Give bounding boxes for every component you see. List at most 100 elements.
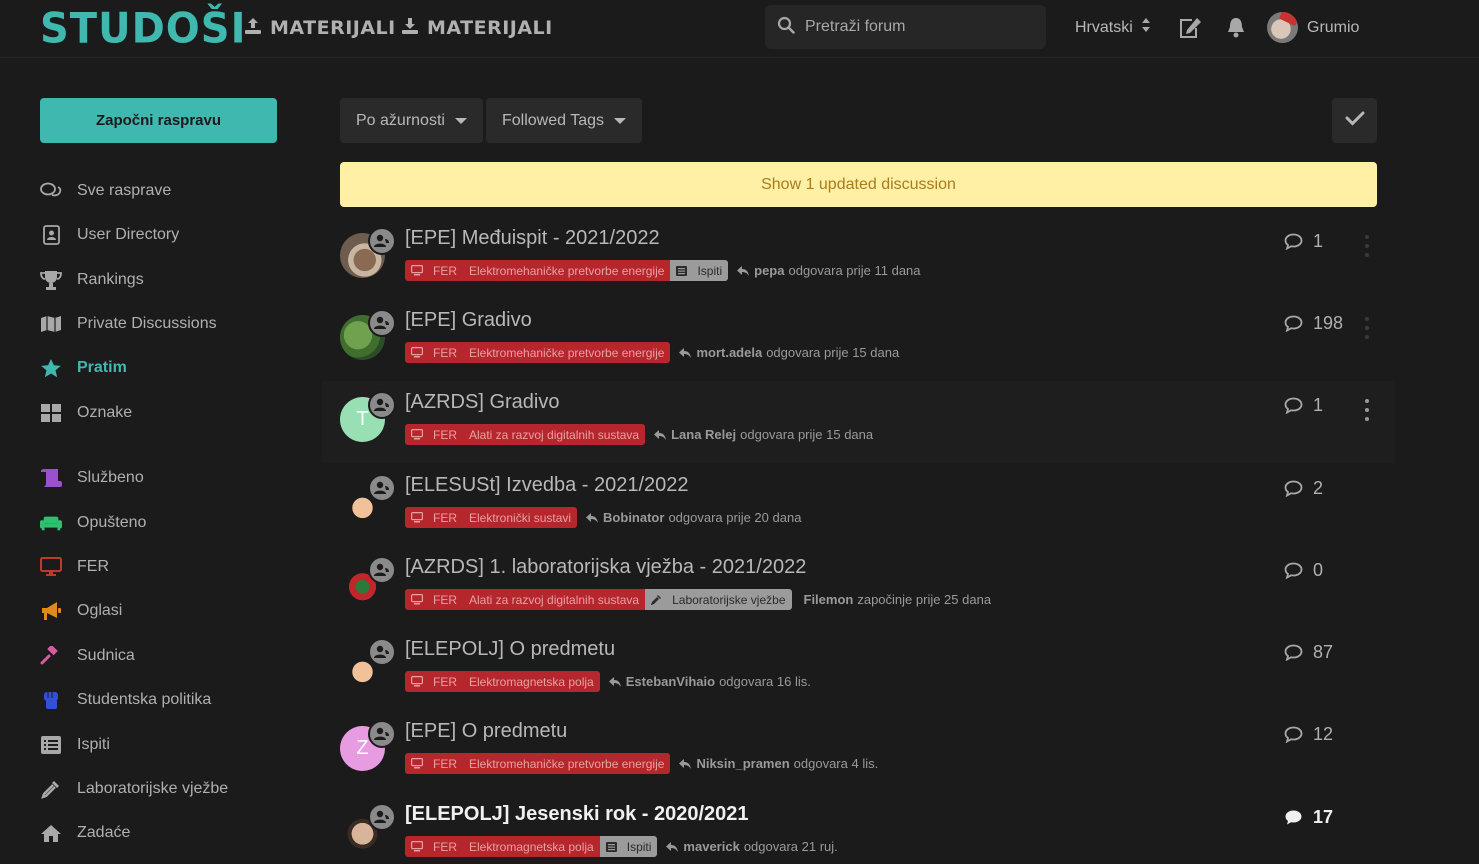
last-activity[interactable]: odgovara prije 20 dana xyxy=(668,510,801,525)
language-selector[interactable]: Hrvatski xyxy=(1075,17,1151,38)
last-activity[interactable]: započinje prije 25 dana xyxy=(857,592,991,607)
discussion-row[interactable]: [ELEPOLJ] Jesenski rok - 2020/2021 FER Ele… xyxy=(322,793,1395,864)
bell-icon[interactable] xyxy=(1224,16,1248,40)
discussion-title[interactable]: [EPE] O predmetu xyxy=(405,720,567,743)
sidebar-item-label: Private Discussions xyxy=(77,315,217,332)
discussion-row[interactable]: [AZRDS] 1. laboratorijska vježba - 2021/… xyxy=(322,546,1395,628)
followed-tags-dropdown[interactable]: Followed Tags xyxy=(486,98,642,143)
discussion-title[interactable]: [AZRDS] Gradivo xyxy=(405,391,559,414)
more-options-icon[interactable] xyxy=(1362,317,1372,339)
last-poster[interactable]: Bobinator xyxy=(603,510,664,525)
last-poster[interactable]: Filemon xyxy=(804,592,854,607)
sidebar-item-homework[interactable]: Zadaće xyxy=(40,821,300,845)
tag-course[interactable]: Alati za razvoj digitalnih sustava xyxy=(463,424,646,445)
reply-count[interactable]: 1 xyxy=(1284,395,1323,416)
last-activity[interactable]: odgovara prije 15 dana xyxy=(766,345,899,360)
sidebar-item-fer[interactable]: FER xyxy=(40,555,300,579)
tag-fer[interactable]: FER xyxy=(405,424,463,445)
discussion-title[interactable]: [ELEPOLJ] Jesenski rok - 2020/2021 xyxy=(405,803,749,826)
tag-course[interactable]: Elektromehaničke pretvorbe energije xyxy=(463,753,671,774)
sidebar-item-lab-exercises[interactable]: Laboratorijske vježbe xyxy=(40,777,300,801)
last-activity[interactable]: odgovara prije 11 dana xyxy=(788,263,920,278)
tag-course[interactable]: Elektromagnetska polja xyxy=(463,671,600,692)
site-logo[interactable]: STUDOŠI xyxy=(40,5,246,53)
tag-fer[interactable]: FER xyxy=(405,589,463,610)
compose-icon[interactable] xyxy=(1178,16,1202,40)
last-activity[interactable]: odgovara prije 15 dana xyxy=(740,427,873,442)
tag-category[interactable]: Ispiti xyxy=(599,836,658,857)
last-poster[interactable]: mort.adela xyxy=(696,345,762,360)
sidebar-item-label: Oznake xyxy=(77,404,133,421)
caret-down-icon xyxy=(613,117,626,124)
discussion-title[interactable]: [AZRDS] 1. laboratorijska vježba - 2021/… xyxy=(405,556,806,579)
tag-fer[interactable]: FER xyxy=(405,342,463,363)
tag-label: Elektromagnetska polja xyxy=(469,674,594,689)
discussion-row[interactable]: [EPE] Međuispit - 2021/2022 FER Elektromeh… xyxy=(322,217,1395,299)
discussion-row[interactable]: [EPE] Gradivo FER Elektromehaničke pretvor… xyxy=(322,299,1395,381)
last-poster[interactable]: Niksin_pramen xyxy=(696,756,789,771)
upload-materials-link[interactable]: MATERIJALI xyxy=(244,14,396,42)
tag-course[interactable]: Alati za razvoj digitalnih sustava xyxy=(463,589,646,610)
start-discussion-button[interactable]: Započni raspravu xyxy=(40,98,277,143)
last-poster[interactable]: maverick xyxy=(683,839,739,854)
reply-count[interactable]: 12 xyxy=(1284,724,1333,745)
sort-dropdown[interactable]: Po ažurnosti xyxy=(340,98,483,143)
tag-fer[interactable]: FER xyxy=(405,507,463,528)
tag-category[interactable]: Ispiti xyxy=(670,260,729,281)
sort-dropdown-label: Po ažurnosti xyxy=(356,111,445,129)
upload-materials-label: MATERIJALI xyxy=(270,17,396,39)
tag-fer[interactable]: FER xyxy=(405,671,463,692)
tag-category[interactable]: Laboratorijske vježbe xyxy=(645,589,792,610)
tag-course[interactable]: Elektronički sustavi xyxy=(463,507,578,528)
download-materials-link[interactable]: MATERIJALI xyxy=(401,14,553,42)
more-options-icon[interactable] xyxy=(1362,399,1372,421)
search-input[interactable] xyxy=(805,18,1025,36)
sidebar-item-user-directory[interactable]: User Directory xyxy=(40,223,300,247)
last-activity[interactable]: odgovara 21 ruj. xyxy=(744,839,838,854)
discussion-title[interactable]: [ELESUSt] Izvedba - 2021/2022 xyxy=(405,474,689,497)
sidebar-item-court[interactable]: Sudnica xyxy=(40,644,300,668)
sidebar-item-private-discussions[interactable]: Private Discussions xyxy=(40,312,300,336)
last-poster[interactable]: Lana Relej xyxy=(671,427,736,442)
sidebar-item-following[interactable]: Pratim xyxy=(40,356,300,380)
reply-count[interactable]: 1 xyxy=(1284,231,1323,252)
sidebar-item-all-discussions[interactable]: Sve rasprave xyxy=(40,179,300,203)
reply-count[interactable]: 2 xyxy=(1284,478,1323,499)
sidebar-item-relaxed[interactable]: Opušteno xyxy=(40,511,300,535)
tag-label: Elektromehaničke pretvorbe energije xyxy=(469,756,665,771)
discussion-title[interactable]: [EPE] Gradivo xyxy=(405,309,532,332)
updated-discussions-banner[interactable]: Show 1 updated discussion xyxy=(340,162,1377,207)
tag-fer[interactable]: FER xyxy=(405,836,463,857)
tag-course[interactable]: Elektromehaničke pretvorbe energije xyxy=(463,342,671,363)
discussion-row[interactable]: [ELEPOLJ] O predmetu FER Elektromagnetska … xyxy=(322,628,1395,710)
sidebar-item-exams[interactable]: Ispiti xyxy=(40,733,300,757)
more-options-icon[interactable] xyxy=(1362,235,1372,257)
reply-count[interactable]: 17 xyxy=(1284,807,1333,828)
sidebar-item-tags[interactable]: Oznake xyxy=(40,401,300,425)
comment-icon xyxy=(1284,233,1303,250)
reply-count[interactable]: 0 xyxy=(1284,560,1323,581)
tag-course[interactable]: Elektromehaničke pretvorbe energije xyxy=(463,260,671,281)
reply-count[interactable]: 198 xyxy=(1284,313,1343,334)
tag-course[interactable]: Elektromagnetska polja xyxy=(463,836,600,857)
tag-fer[interactable]: FER xyxy=(405,260,463,281)
last-activity[interactable]: odgovara 4 lis. xyxy=(794,756,879,771)
tag-fer[interactable]: FER xyxy=(405,753,463,774)
sidebar-item-official[interactable]: Službeno xyxy=(40,466,300,490)
reply-count[interactable]: 87 xyxy=(1284,642,1333,663)
user-menu[interactable]: Grumio xyxy=(1267,12,1359,43)
sidebar-item-rankings[interactable]: Rankings xyxy=(40,268,300,292)
discussion-row[interactable]: T [AZRDS] Gradivo FER Alati za razvoj digit… xyxy=(322,381,1395,463)
discussion-title[interactable]: [ELEPOLJ] O predmetu xyxy=(405,638,615,661)
tag-group: FER Elektromagnetska polja xyxy=(405,671,600,692)
discussion-title[interactable]: [EPE] Međuispit - 2021/2022 xyxy=(405,227,660,250)
mark-all-read-button[interactable] xyxy=(1332,98,1377,143)
sidebar-item-ads[interactable]: Oglasi xyxy=(40,599,300,623)
search-box[interactable] xyxy=(765,5,1046,49)
last-poster[interactable]: pepa xyxy=(754,263,784,278)
sidebar-item-student-politics[interactable]: Studentska politika xyxy=(40,688,300,712)
discussion-row[interactable]: [ELESUSt] Izvedba - 2021/2022 FER Elektron… xyxy=(322,464,1395,546)
last-activity[interactable]: odgovara 16 lis. xyxy=(719,674,811,689)
last-poster[interactable]: EstebanVihaio xyxy=(626,674,715,689)
discussion-row[interactable]: Z [EPE] O predmetu FER Elektromehaničke pre… xyxy=(322,710,1395,792)
